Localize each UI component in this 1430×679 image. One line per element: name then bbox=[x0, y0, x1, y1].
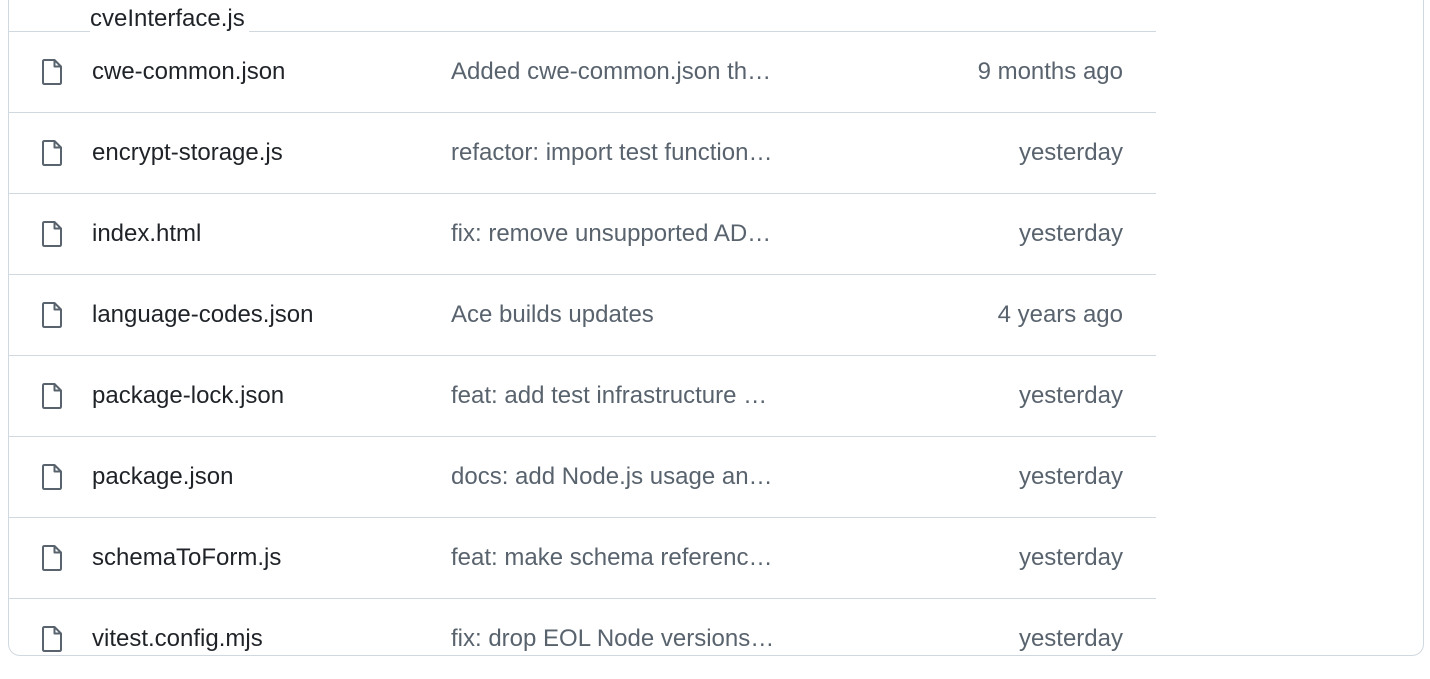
file-name-link[interactable]: package.json bbox=[92, 463, 233, 491]
file-row[interactable]: vitest.config.mjs fix: drop EOL Node ver… bbox=[9, 599, 1156, 679]
file-icon bbox=[40, 220, 64, 248]
commit-message-link[interactable]: Ace builds updates bbox=[451, 301, 831, 329]
file-icon bbox=[40, 58, 64, 86]
file-row[interactable]: schemaToForm.js feat: make schema refere… bbox=[9, 518, 1156, 599]
commit-date: yesterday bbox=[1018, 463, 1123, 490]
file-name-link[interactable]: encrypt-storage.js bbox=[92, 139, 283, 167]
file-name-link[interactable]: package-lock.json bbox=[92, 382, 284, 410]
file-row[interactable]: language-codes.json Ace builds updates 4… bbox=[9, 275, 1156, 356]
commit-message-link[interactable]: Added cwe-common.json th… bbox=[451, 58, 831, 86]
commit-message-link[interactable]: docs: add Node.js usage an… bbox=[451, 463, 831, 491]
file-name-link[interactable]: language-codes.json bbox=[92, 301, 314, 329]
commit-message-link[interactable]: refactor: import test function… bbox=[451, 139, 831, 167]
file-row[interactable]: package-lock.json feat: add test infrast… bbox=[9, 356, 1156, 437]
file-name-link[interactable]: vitest.config.mjs bbox=[92, 625, 263, 653]
commit-message-link[interactable]: feat: add test infrastructure … bbox=[451, 382, 831, 410]
commit-date: yesterday bbox=[1018, 220, 1123, 247]
commit-message-link[interactable]: feat: make schema referenc… bbox=[451, 544, 831, 572]
commit-date: yesterday bbox=[1018, 139, 1123, 166]
commit-message-link[interactable]: fix: drop EOL Node versions… bbox=[451, 625, 831, 653]
file-icon bbox=[40, 139, 64, 167]
file-row[interactable]: index.html fix: remove unsupported AD… y… bbox=[9, 194, 1156, 275]
file-name-link-partial[interactable]: cveInterface.js bbox=[90, 6, 249, 32]
file-row[interactable]: encrypt-storage.js refactor: import test… bbox=[9, 113, 1156, 194]
commit-message-link[interactable]: fix: remove unsupported AD… bbox=[451, 220, 831, 248]
file-icon bbox=[40, 382, 64, 410]
file-icon bbox=[40, 301, 64, 329]
file-icon bbox=[40, 625, 64, 653]
file-name-link[interactable]: schemaToForm.js bbox=[92, 544, 281, 572]
commit-date: 9 months ago bbox=[977, 58, 1123, 85]
commit-date: yesterday bbox=[1018, 625, 1123, 652]
commit-date: 4 years ago bbox=[997, 301, 1123, 328]
commit-date: yesterday bbox=[1018, 382, 1123, 409]
file-icon bbox=[40, 544, 64, 572]
file-row[interactable]: package.json docs: add Node.js usage an…… bbox=[9, 437, 1156, 518]
file-name-link[interactable]: cwe-common.json bbox=[92, 58, 285, 86]
file-list: cwe-common.json Added cwe-common.json th… bbox=[9, 32, 1156, 679]
commit-date: yesterday bbox=[1018, 544, 1123, 571]
file-icon bbox=[40, 463, 64, 491]
file-name-link[interactable]: index.html bbox=[92, 220, 201, 248]
file-row[interactable]: cwe-common.json Added cwe-common.json th… bbox=[9, 32, 1156, 113]
